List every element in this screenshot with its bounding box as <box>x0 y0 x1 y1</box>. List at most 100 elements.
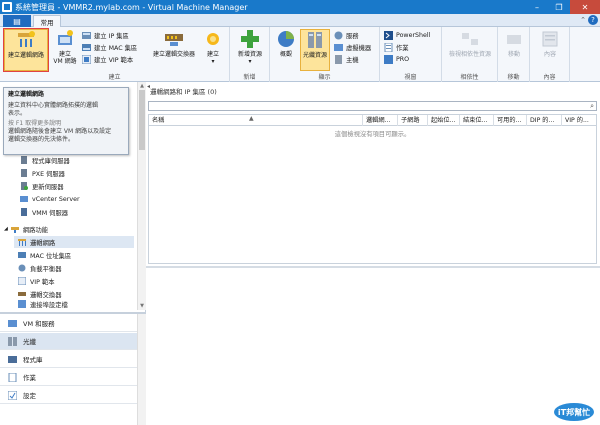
hosts-button[interactable]: 主機 <box>334 54 359 64</box>
file-tab[interactable]: ▤ <box>3 15 31 27</box>
sort-icon: ▲ <box>249 115 254 122</box>
ribbon-collapse-icon[interactable]: ⌃ <box>580 16 586 24</box>
window-title: 系統管理員 - VMMR2.mylab.com - Virtual Machin… <box>15 2 248 12</box>
ribbon: 建立邏輯網路 建立 VM 網路 建立 IP 集區 建立 MAC 集區 建立 VI… <box>0 27 600 82</box>
move-icon <box>507 35 521 44</box>
workspace-vms-and-services[interactable]: VM 和服務 <box>0 315 137 332</box>
column-logical-network[interactable]: 邏輯網... <box>363 115 398 126</box>
jobs-button[interactable]: 作業 <box>384 42 409 52</box>
scrollbar-thumb[interactable] <box>139 90 145 150</box>
services-button[interactable]: 服務 <box>334 30 359 40</box>
vm-icon <box>334 43 343 51</box>
networking-icon <box>10 227 19 233</box>
library-icon <box>8 355 17 363</box>
properties-button[interactable]: 內容 <box>536 29 564 71</box>
tree-scrollbar[interactable]: ▲ ▼ <box>137 82 146 310</box>
column-available[interactable]: 可用的... <box>494 115 527 126</box>
properties-icon <box>542 31 558 47</box>
watermark-logo: iT邦幫忙 <box>554 403 594 421</box>
powershell-icon <box>384 30 393 40</box>
ribbon-group-dependencies: 檢視相依性資源 相依性 <box>442 27 498 82</box>
workspace-divider[interactable] <box>0 312 146 314</box>
load-balancer-icon <box>18 264 26 272</box>
move-button[interactable]: 移動 <box>501 29 527 71</box>
virtual-machines-button[interactable]: 虛擬機器 <box>334 42 371 52</box>
fabric-icon <box>8 336 17 346</box>
mac-pool-icon <box>18 252 26 258</box>
tree-item-load-balancers[interactable]: 負載平衡器 <box>18 262 61 274</box>
overview-icon <box>278 31 294 47</box>
host-icon <box>335 54 342 64</box>
results-header: 邏輯網路和 IP 集區 (0) <box>150 88 217 96</box>
pro-button[interactable]: PRO <box>384 54 409 64</box>
app-icon <box>2 2 12 12</box>
jobs-icon <box>384 42 393 52</box>
create-ip-pool-button[interactable]: 建立 IP 集區 <box>82 30 129 40</box>
results-grid: 名稱 ▲ 邏輯網... 子網路 起始位... 結束位... 可用的... DIP … <box>148 114 597 264</box>
view-dependencies-button[interactable]: 檢視相依性資源 <box>444 29 496 71</box>
scroll-up-icon[interactable]: ▲ <box>138 82 146 90</box>
column-vip[interactable]: VIP 的... <box>562 115 596 126</box>
server-icon <box>21 156 27 164</box>
workspace-scrollbar[interactable] <box>137 314 146 425</box>
create-mac-pool-button[interactable]: 建立 MAC 集區 <box>82 42 137 52</box>
powershell-button[interactable]: PowerShell <box>384 30 430 40</box>
ribbon-group-add: 新增資源 ▾ 新增 <box>230 27 270 82</box>
tree-item-logical-networks[interactable]: 邏輯網路 <box>14 236 134 248</box>
maximize-button[interactable]: ❐ <box>548 0 570 14</box>
update-server-icon <box>21 182 28 190</box>
tree-item-mac-pools[interactable]: MAC 位址集區 <box>18 249 71 261</box>
workspace-settings[interactable]: 設定 <box>0 387 137 404</box>
ribbon-group-move: 移動 移動 <box>498 27 530 82</box>
workspace-fabric[interactable]: 光纖 <box>0 333 137 350</box>
fabric-resources-button[interactable]: 光纖資源 <box>300 29 330 71</box>
port-profile-icon <box>18 300 26 308</box>
column-subnet[interactable]: 子網路 <box>398 115 428 126</box>
vms-services-icon <box>8 319 17 327</box>
column-start-address[interactable]: 起始位... <box>428 115 460 126</box>
tree-item-vcenter-server[interactable]: vCenter Server <box>20 193 80 205</box>
scroll-down-icon[interactable]: ▼ <box>138 302 146 310</box>
title-bar: 系統管理員 - VMMR2.mylab.com - Virtual Machin… <box>0 0 600 14</box>
minimize-button[interactable]: – <box>526 0 548 14</box>
create-button[interactable]: 建立 ▾ <box>202 29 224 71</box>
create-logical-switch-button[interactable]: 建立邏輯交換器 <box>148 29 200 71</box>
tree-item-update-servers[interactable]: 更新伺服器 <box>20 180 63 192</box>
close-button[interactable]: ✕ <box>570 0 600 14</box>
plus-icon <box>241 30 259 48</box>
create-vip-template-button[interactable]: 建立 VIP 範本 <box>82 54 133 64</box>
workspace-jobs[interactable]: 作業 <box>0 369 137 386</box>
pro-icon <box>384 54 393 64</box>
search-input[interactable]: ⌕ <box>148 101 597 111</box>
add-resource-button[interactable]: 新增資源 ▾ <box>234 29 266 71</box>
create-logical-network-button[interactable]: 建立邏輯網路 <box>3 28 49 72</box>
logical-switch-icon <box>18 292 26 296</box>
column-name[interactable]: 名稱 ▲ <box>149 115 363 126</box>
sun-star-icon <box>207 33 219 45</box>
ribbon-group-show: 概觀 光纖資源 服務 虛擬機器 主機 顯示 <box>270 27 380 82</box>
ribbon-group-window: PowerShell 作業 PRO 視窗 <box>380 27 442 82</box>
vip-template-icon <box>82 54 91 64</box>
ribbon-tabstrip: ▤ 常用 ⌃ ? <box>0 14 600 28</box>
workspace-library[interactable]: 程式庫 <box>0 351 137 368</box>
tree-item-networking[interactable]: ◢ 網路功能 <box>4 223 48 235</box>
create-vm-network-button[interactable]: 建立 VM 網路 <box>52 29 78 71</box>
logical-switch-icon <box>165 34 183 46</box>
logical-network-icon <box>18 31 35 47</box>
tree-item-vip-templates[interactable]: VIP 範本 <box>18 275 55 287</box>
overview-button[interactable]: 概觀 <box>274 29 298 71</box>
settings-icon <box>8 390 17 400</box>
column-dip[interactable]: DIP 的... <box>527 115 562 126</box>
tree-item-vmm-servers[interactable]: VMM 伺服器 <box>20 206 68 218</box>
grid-header: 名稱 ▲ 邏輯網... 子網路 起始位... 結束位... 可用的... DIP … <box>149 115 596 126</box>
logical-network-icon <box>18 239 26 246</box>
tree-item-pxe-servers[interactable]: PXE 伺服器 <box>20 167 65 179</box>
expand-icon[interactable]: ◢ <box>4 226 8 232</box>
column-end-address[interactable]: 結束位... <box>460 115 494 126</box>
tree-item-library-servers[interactable]: 程式庫伺服器 <box>20 154 70 166</box>
search-icon[interactable]: ⌕ <box>590 102 594 111</box>
help-icon[interactable]: ? <box>588 15 598 25</box>
tree-item-port-profiles[interactable]: 連接埠設定檔 <box>18 299 68 309</box>
vcenter-icon <box>20 196 28 202</box>
details-pane <box>146 268 600 425</box>
